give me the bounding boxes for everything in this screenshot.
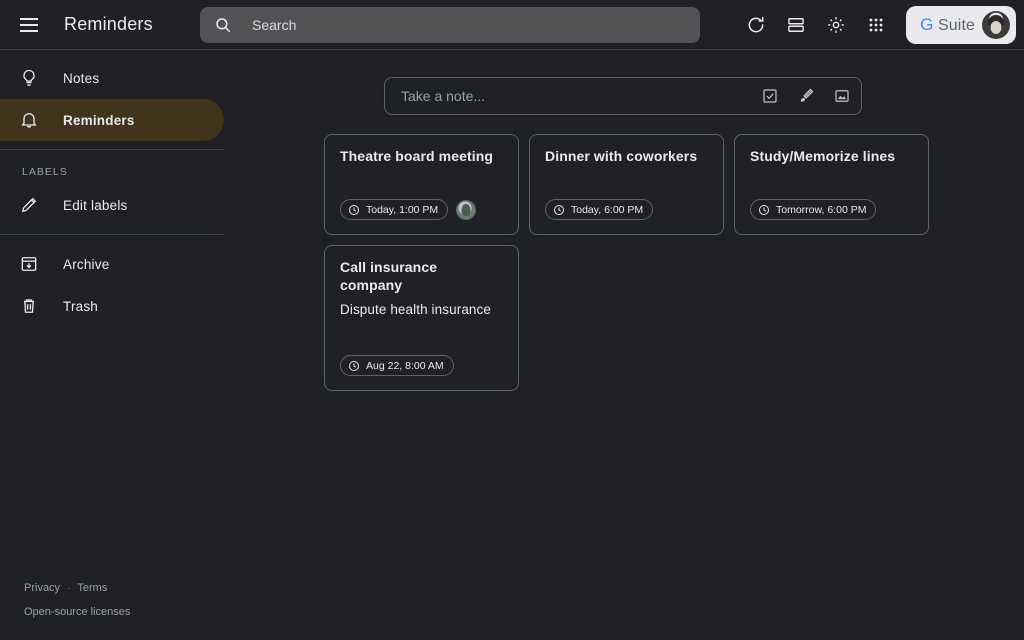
note-title: Call insurance company bbox=[340, 259, 438, 293]
checkbox-icon[interactable] bbox=[753, 79, 787, 113]
note-chips: Aug 22, 8:00 AM bbox=[340, 341, 503, 376]
note-title: Dinner with coworkers bbox=[545, 148, 698, 164]
gsuite-label: G Suite bbox=[920, 15, 975, 35]
app-header: Reminders Search G Suite bbox=[0, 0, 1024, 50]
hamburger-icon[interactable] bbox=[8, 4, 50, 46]
sidebar-item-archive[interactable]: Archive bbox=[0, 243, 224, 285]
archive-icon bbox=[17, 252, 41, 276]
note-title: Study/Memorize lines bbox=[750, 148, 896, 164]
sidebar-item-label: Trash bbox=[63, 298, 99, 314]
reminder-chip[interactable]: Tomorrow, 6:00 PM bbox=[750, 199, 877, 220]
footer-separator: · bbox=[67, 582, 71, 594]
bell-icon bbox=[17, 108, 41, 132]
note-card[interactable]: Call insurance company Dispute health in… bbox=[324, 245, 519, 391]
lightbulb-icon bbox=[17, 66, 41, 90]
image-icon[interactable] bbox=[825, 79, 859, 113]
google-g-letter: G bbox=[920, 15, 934, 34]
list-view-icon[interactable] bbox=[776, 5, 816, 45]
notes-row: Call insurance company Dispute health in… bbox=[324, 245, 964, 391]
note-card[interactable]: Study/Memorize lines Tomorrow, 6:00 PM bbox=[734, 134, 929, 235]
trash-icon bbox=[17, 294, 41, 318]
gsuite-account-button[interactable]: G Suite bbox=[906, 6, 1016, 44]
sidebar-item-label: Archive bbox=[63, 256, 110, 272]
labels-heading: LABELS bbox=[22, 166, 68, 178]
reminder-text: Tomorrow, 6:00 PM bbox=[776, 203, 867, 216]
sidebar-item-edit-labels[interactable]: Edit labels bbox=[0, 184, 224, 226]
search-icon bbox=[214, 16, 232, 34]
note-title: Theatre board meeting bbox=[340, 148, 494, 164]
sidebar-item-notes[interactable]: Notes bbox=[0, 57, 224, 99]
sidebar: Notes Reminders LABELS Edit labels Archi… bbox=[0, 51, 280, 640]
note-chips: Today, 1:00 PM bbox=[340, 185, 503, 220]
note-card[interactable]: Dinner with coworkers Today, 6:00 PM bbox=[529, 134, 724, 235]
take-a-note-input[interactable]: Take a note... bbox=[401, 88, 753, 104]
reminder-chip[interactable]: Aug 22, 8:00 AM bbox=[340, 355, 454, 376]
note-chips: Today, 6:00 PM bbox=[545, 185, 708, 220]
pencil-icon bbox=[17, 193, 41, 217]
sidebar-item-label: Notes bbox=[63, 70, 100, 86]
sidebar-item-label: Reminders bbox=[63, 112, 135, 128]
apps-grid-icon[interactable] bbox=[856, 5, 896, 45]
note-chips: Tomorrow, 6:00 PM bbox=[750, 185, 913, 220]
header-actions: G Suite bbox=[736, 0, 1016, 50]
reminder-chip[interactable]: Today, 1:00 PM bbox=[340, 199, 449, 220]
open-source-licenses-link[interactable]: Open-source licenses bbox=[24, 606, 130, 618]
terms-link[interactable]: Terms bbox=[77, 582, 107, 594]
search-bar[interactable] bbox=[200, 7, 700, 43]
sidebar-item-trash[interactable]: Trash bbox=[0, 285, 224, 327]
sidebar-item-reminders[interactable]: Reminders bbox=[0, 99, 224, 141]
reminder-chip[interactable]: Today, 6:00 PM bbox=[545, 199, 654, 220]
gsuite-suffix: Suite bbox=[933, 17, 975, 34]
reminder-text: Aug 22, 8:00 AM bbox=[366, 359, 444, 372]
take-a-note-box[interactable]: Take a note... bbox=[384, 77, 862, 115]
keep-app: Reminders Search G Suite Notes Reminders… bbox=[0, 0, 1024, 640]
collaborator-avatar[interactable] bbox=[456, 199, 477, 220]
privacy-link[interactable]: Privacy bbox=[24, 582, 60, 594]
main-content: Take a note... Theatre board meeting Tod… bbox=[280, 51, 1024, 640]
sidebar-footer: Privacy · Terms Open-source licenses bbox=[0, 582, 260, 618]
note-body: Dispute health insurance bbox=[340, 302, 491, 317]
note-card[interactable]: Theatre board meeting Today, 1:00 PM bbox=[324, 134, 519, 235]
notes-row: Theatre board meeting Today, 1:00 PM Din… bbox=[324, 134, 964, 235]
sidebar-item-label: Edit labels bbox=[63, 197, 128, 213]
reminder-text: Today, 6:00 PM bbox=[571, 203, 644, 216]
notes-grid: Theatre board meeting Today, 1:00 PM Din… bbox=[324, 134, 964, 401]
search-input[interactable] bbox=[252, 17, 688, 33]
reminder-text: Today, 1:00 PM bbox=[366, 203, 439, 216]
refresh-icon[interactable] bbox=[736, 5, 776, 45]
brush-icon[interactable] bbox=[789, 79, 823, 113]
page-title: Reminders bbox=[64, 14, 153, 34]
gear-icon[interactable] bbox=[816, 5, 856, 45]
avatar[interactable] bbox=[982, 11, 1010, 39]
